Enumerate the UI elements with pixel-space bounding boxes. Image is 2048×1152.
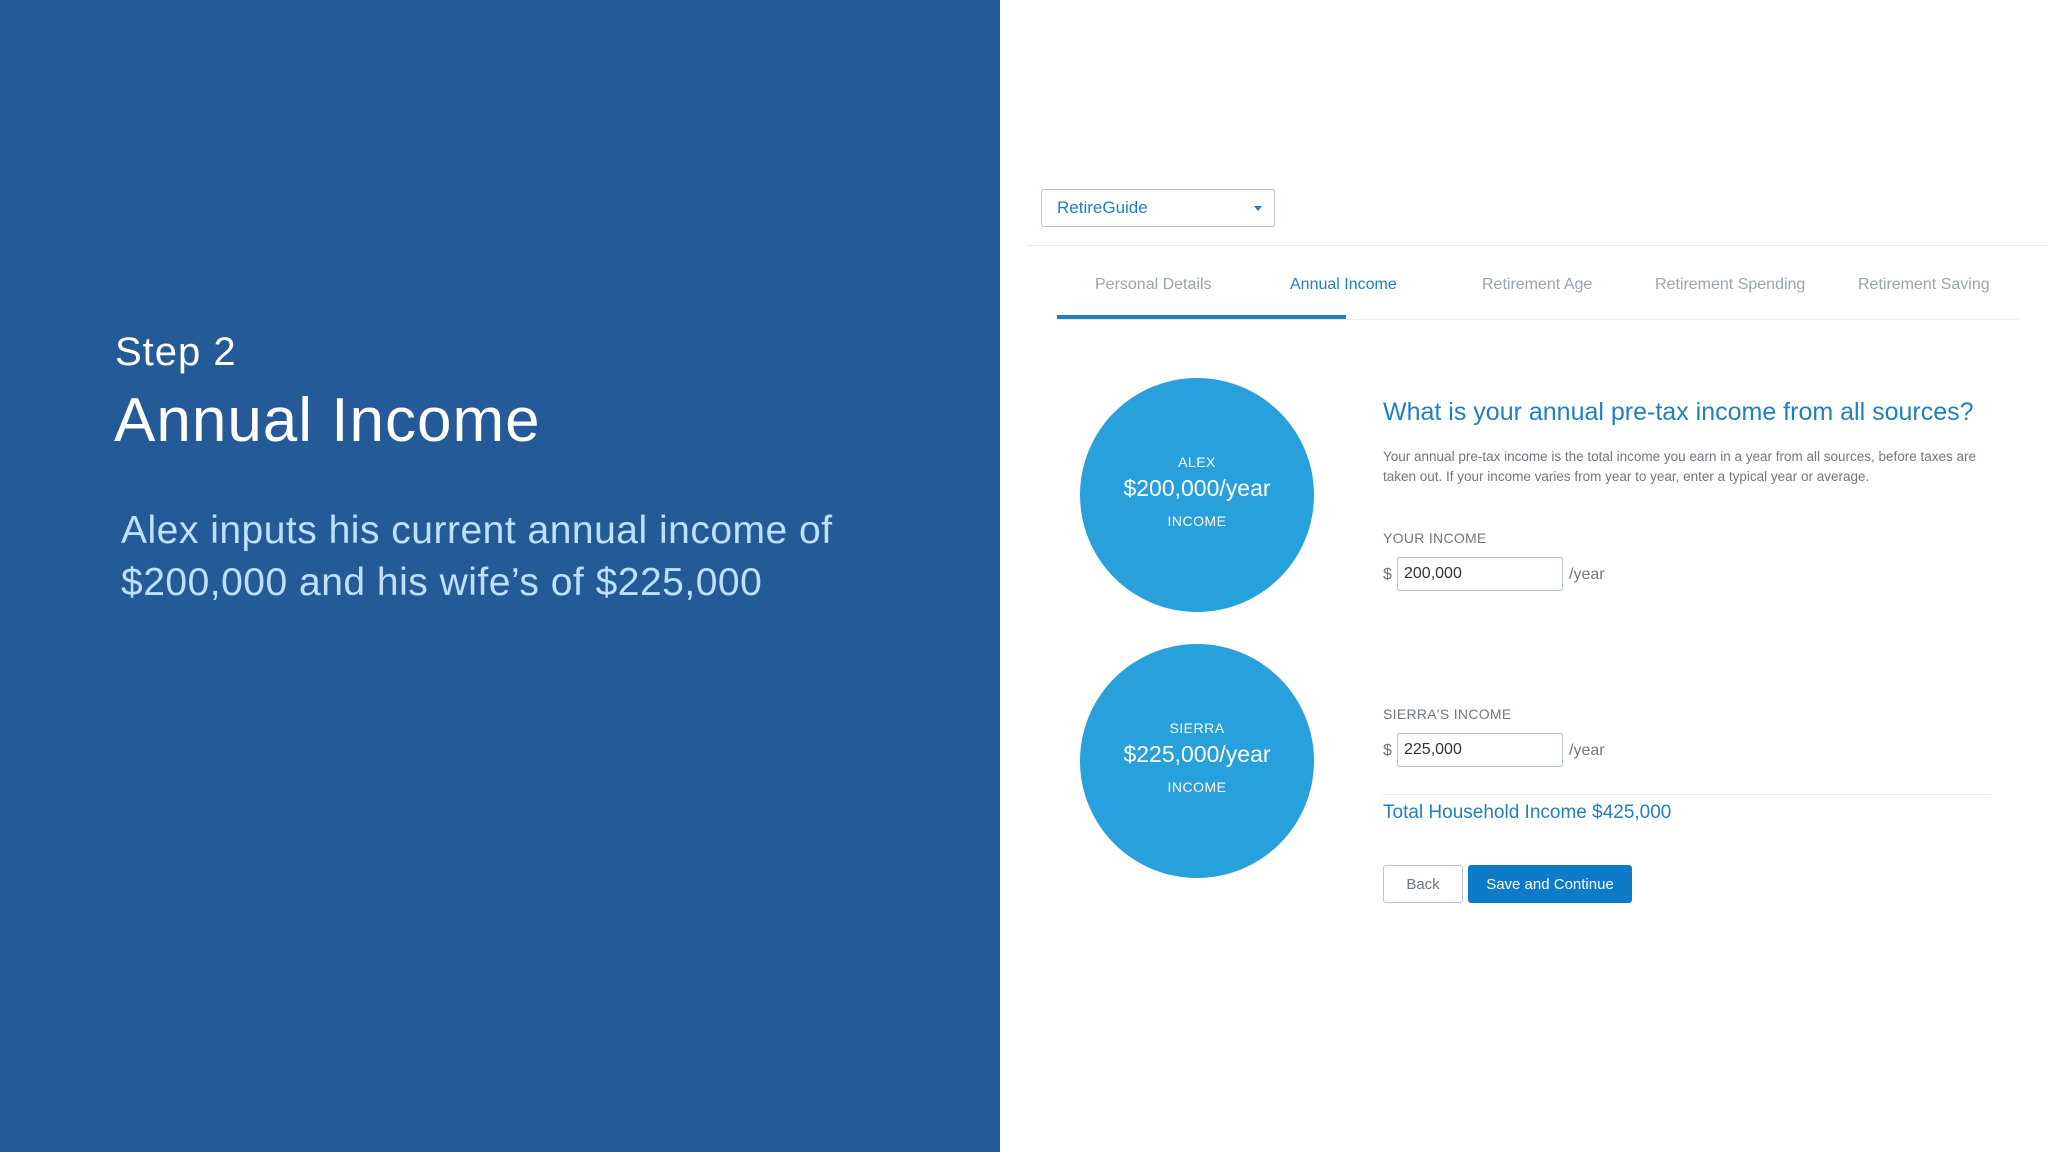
sierra-income-input[interactable] [1397,733,1563,767]
your-income-currency: $ [1383,566,1392,583]
app-selector-dropdown[interactable]: RetireGuide [1041,189,1275,227]
circle-caption: INCOME [1167,779,1227,795]
back-button[interactable]: Back [1383,865,1463,903]
sierra-income-label: SIERRA'S INCOME [1383,706,1512,722]
save-and-continue-button[interactable]: Save and Continue [1468,865,1632,903]
your-income-unit: /year [1569,566,1605,583]
intro-panel: Step 2 Annual Income Alex inputs his cur… [0,0,1000,1152]
circle-amount: $225,000/year [1123,741,1271,767]
sierra-income-unit: /year [1569,742,1605,759]
alex-income-circle: ALEX $200,000/year INCOME [1080,378,1314,612]
circle-name: SIERRA [1169,720,1225,736]
step-description: Alex inputs his current annual income of… [121,509,833,604]
sierra-income-circle: SIERRA $225,000/year INCOME [1080,644,1314,878]
circle-amount: $200,000/year [1123,475,1271,501]
header-divider [1027,245,2048,246]
app-selector-value: RetireGuide [1057,198,1148,217]
your-income-input[interactable] [1397,557,1563,591]
app-panel: RetireGuide Personal Details Annual Inco… [1000,0,2048,1152]
tab-retirement-saving[interactable]: Retirement Saving [1858,276,1990,294]
income-help-text: Your annual pre-tax income is the total … [1383,449,1977,484]
active-tab-indicator [1057,315,1346,319]
tab-personal-details[interactable]: Personal Details [1095,276,1212,294]
step-label: Step 2 [115,330,237,374]
total-household-income: Total Household Income $425,000 [1383,802,1672,823]
income-question: What is your annual pre-tax income from … [1383,398,1974,426]
total-divider [1383,794,1991,795]
tab-retirement-spending[interactable]: Retirement Spending [1655,276,1805,294]
tab-retirement-age[interactable]: Retirement Age [1482,276,1592,294]
sierra-income-currency: $ [1383,742,1392,759]
tab-annual-income[interactable]: Annual Income [1290,276,1397,294]
chevron-down-icon [1254,206,1262,211]
your-income-label: YOUR INCOME [1383,530,1487,546]
circle-name: ALEX [1178,454,1216,470]
step-title: Annual Income [114,386,541,455]
step-tabs: Personal Details Annual Income Retiremen… [1057,264,2020,320]
circle-caption: INCOME [1167,513,1227,529]
